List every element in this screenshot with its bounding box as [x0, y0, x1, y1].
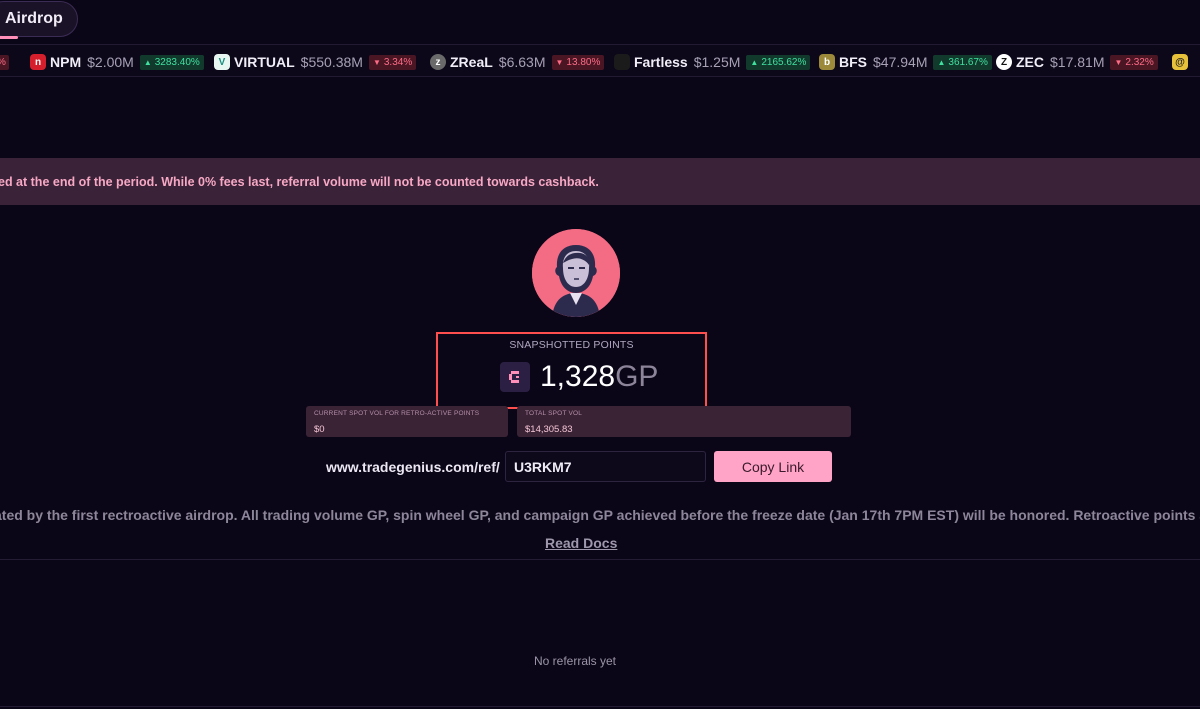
triangle-up-icon: ▲	[750, 57, 759, 67]
token-logo-icon: @	[1172, 54, 1188, 70]
zec-logo-icon: Z	[996, 54, 1012, 70]
total-spot-vol-card: TOTAL SPOT VOL $14,305.83	[517, 406, 851, 437]
triangle-down-icon: ▼	[372, 57, 381, 67]
points-unit: GP	[615, 360, 659, 393]
stat-value: $0	[314, 424, 325, 435]
ticker-mcap: $550.38M	[300, 54, 363, 70]
ticker-item[interactable]: n NPM $2.00M ▲ 3283.40%	[30, 52, 204, 72]
ticker-change: ▲ 3283.40%	[139, 54, 204, 70]
ticker-item[interactable]: @	[1172, 52, 1192, 72]
ticker-mcap: $2.00M	[87, 54, 134, 70]
triangle-up-icon: ▲	[937, 57, 946, 67]
stat-label: TOTAL SPOT VOL	[525, 410, 583, 417]
referral-code-input[interactable]	[505, 451, 706, 482]
triangle-down-icon: ▼	[1114, 57, 1123, 67]
retroactive-info-text: ated by the first rectroactive airdrop. …	[0, 507, 1200, 523]
ticker-item[interactable]: Fartless $1.25M ▲ 2165.62%	[614, 52, 811, 72]
banner-text: ed at the end of the period. While 0% fe…	[0, 174, 599, 189]
ticker-symbol: VIRTUAL	[234, 54, 295, 70]
ticker-item[interactable]: V VIRTUAL $550.38M ▼ 3.34%	[214, 52, 417, 72]
ticker-change: ▼ 2.32%	[1110, 54, 1158, 70]
ticker-item[interactable]: z ZReaL $6.63M ▼ 13.80%	[430, 52, 605, 72]
snapshotted-points-panel: SNAPSHOTTED POINTS 1,328 GP	[436, 332, 707, 409]
ticker-item[interactable]: %	[0, 52, 9, 72]
triangle-up-icon: ▲	[143, 57, 152, 67]
ticker-item[interactable]: b BFS $47.94M ▲ 361.67%	[819, 52, 992, 72]
read-docs-link[interactable]: Read Docs	[545, 535, 617, 551]
ticker-symbol: ZEC	[1016, 54, 1044, 70]
ticker-change: ▲ 2165.62%	[746, 54, 811, 70]
virtual-logo-icon: V	[214, 54, 230, 70]
portrait-icon	[532, 229, 620, 317]
points-label: SNAPSHOTTED POINTS	[509, 339, 634, 351]
ticker-symbol: ZReaL	[450, 54, 493, 70]
current-spot-vol-card: CURRENT SPOT VOL FOR RETRO-ACTIVE POINTS…	[306, 406, 508, 437]
info-banner: ed at the end of the period. While 0% fe…	[0, 158, 1200, 205]
ticker-change: ▲ 361.67%	[933, 54, 992, 70]
ticker-change: %	[0, 54, 9, 70]
stat-label: CURRENT SPOT VOL FOR RETRO-ACTIVE POINTS	[314, 410, 480, 417]
tab-active-indicator	[0, 36, 18, 39]
divider	[0, 706, 1200, 707]
ticker-change: ▼ 3.34%	[368, 54, 417, 70]
token-ticker: % n NPM $2.00M ▲3283.40% V VIRTUAL $550.…	[0, 44, 1200, 77]
fartless-logo-icon	[614, 54, 630, 70]
ticker-symbol: Fartless	[634, 54, 688, 70]
zreal-logo-icon: z	[430, 54, 446, 70]
points-row: 1,328 GP	[500, 360, 658, 394]
ticker-symbol: BFS	[839, 54, 867, 70]
ticker-symbol: NPM	[50, 54, 82, 70]
avatar	[532, 229, 620, 317]
bfs-logo-icon: b	[819, 54, 835, 70]
gp-token-icon	[500, 362, 530, 392]
divider	[0, 559, 1200, 560]
tab-airdrop[interactable]: Airdrop	[0, 1, 78, 37]
ticker-mcap: $17.81M	[1050, 54, 1105, 70]
ticker-item[interactable]: Z ZEC $17.81M ▼ 2.32%	[996, 52, 1158, 72]
ticker-mcap: $6.63M	[498, 54, 546, 70]
ticker-mcap: $47.94M	[873, 54, 928, 70]
ticker-mcap: $1.25M	[693, 54, 741, 70]
referrals-empty-state: No referrals yet	[533, 654, 617, 668]
triangle-down-icon: ▼	[555, 57, 564, 67]
referral-url-prefix: www.tradegenius.com/ref/	[326, 459, 500, 475]
stat-value: $14,305.83	[525, 424, 573, 435]
tab-airdrop-label: Airdrop	[5, 10, 63, 27]
copy-link-button[interactable]: Copy Link	[714, 451, 832, 482]
npm-logo-icon: n	[30, 54, 46, 70]
ticker-change: ▼ 13.80%	[551, 54, 605, 70]
airdrop-page: Airdrop % n NPM $2.00M ▲3283.40% V VIRTU…	[0, 0, 1200, 709]
points-value: 1,328	[540, 360, 616, 393]
